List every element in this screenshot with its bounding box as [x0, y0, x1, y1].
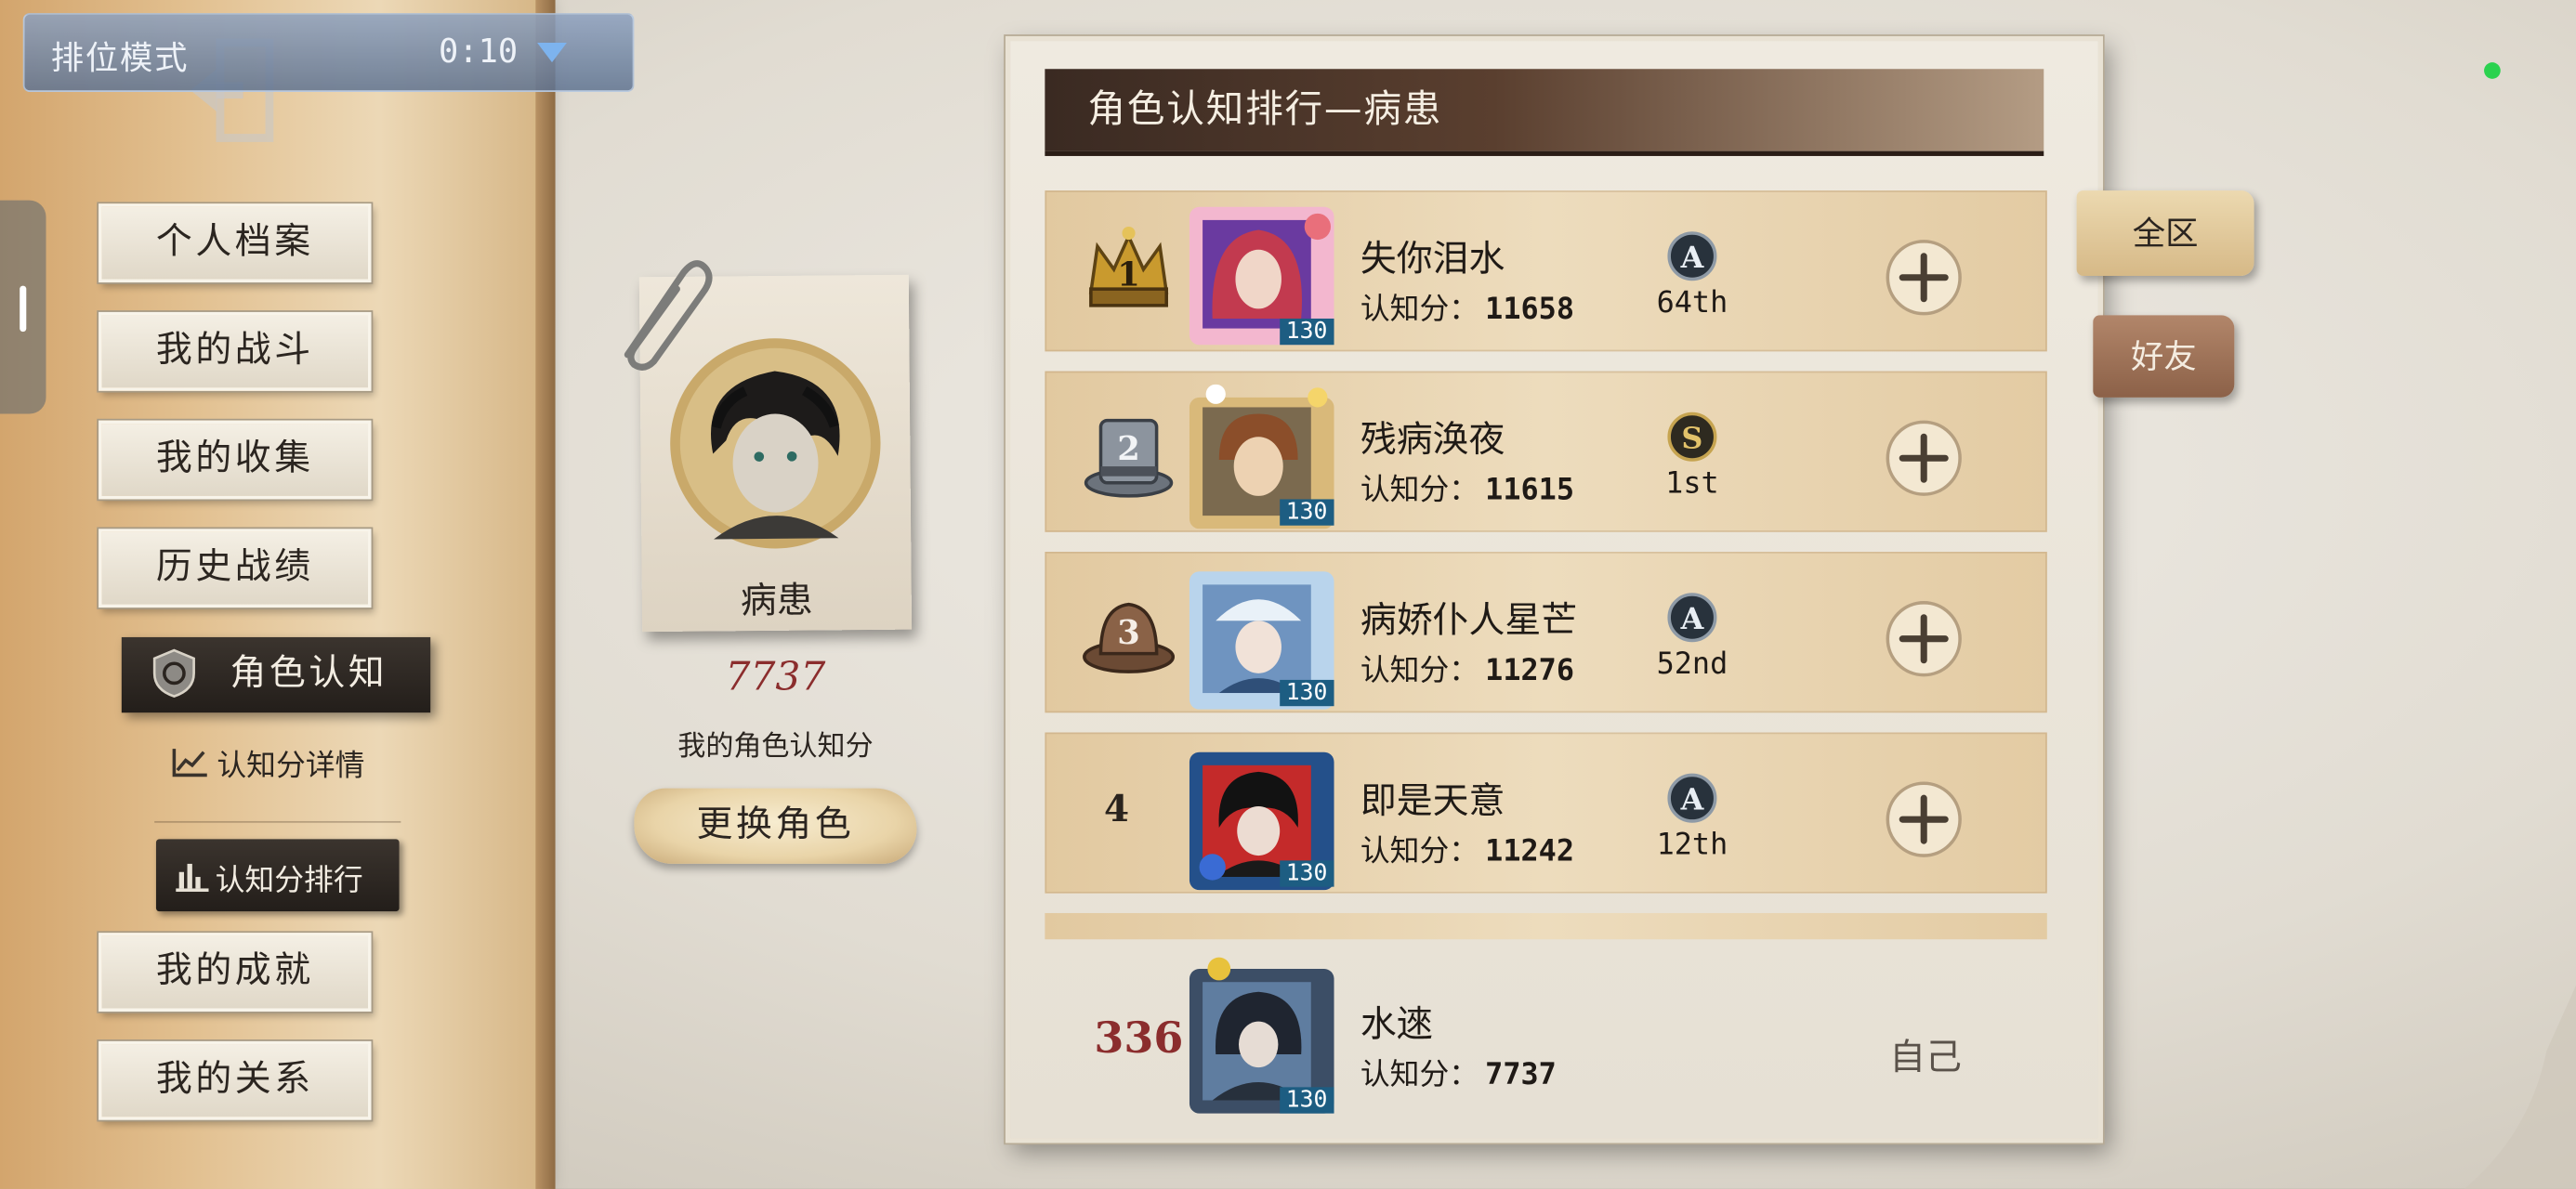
score-value: 11658	[1485, 292, 1574, 327]
self-rank-row: 336 130 水逨 认知分： 7737 自己	[1045, 939, 2046, 1123]
player-level-badge: 130	[1279, 499, 1334, 526]
self-rank-number: 336	[1094, 1014, 1184, 1065]
tier-a-badge-icon: A	[1667, 593, 1717, 643]
player-name: 残病涣夜	[1360, 420, 1505, 462]
self-score: 认知分： 7737	[1360, 1051, 1557, 1093]
tier-a-badge-icon: A	[1667, 231, 1717, 281]
tier-letter: S	[1681, 421, 1702, 456]
player-name: 失你泪水	[1360, 240, 1505, 281]
tier-s-badge-icon: S	[1667, 412, 1717, 462]
tier-letter: A	[1680, 601, 1705, 636]
crown-icon: 1	[1088, 226, 1169, 307]
nav-profile-button[interactable]: 个人档案	[99, 203, 372, 283]
character-name: 病患	[740, 581, 813, 623]
player-avatar[interactable]: 130	[1186, 203, 1337, 348]
handle-grip-icon	[20, 285, 27, 333]
nav-character-cognition-label: 角色认知	[230, 653, 388, 695]
queue-timer: 0:10	[439, 31, 519, 72]
player-level-badge: 130	[1279, 679, 1334, 707]
tier-letter: A	[1680, 240, 1705, 275]
tier-rank: 12th	[1656, 828, 1728, 863]
side-drawer-handle[interactable]	[0, 200, 46, 414]
player-avatar[interactable]: 130	[1186, 565, 1337, 710]
bar-chart-icon	[176, 863, 209, 892]
leaderboard-row-partial	[1045, 912, 2047, 940]
score-value: 11242	[1485, 834, 1574, 869]
score-label: 认知分：	[1360, 834, 1479, 869]
add-friend-button[interactable]	[1883, 417, 1965, 499]
score-label: 认知分：	[1360, 1057, 1479, 1092]
page-curl-decoration	[2464, 985, 2576, 1189]
my-cognition-score-label: 我的角色认知分	[677, 730, 874, 764]
self-tag: 自己	[1889, 1038, 1962, 1079]
leaderboard-row[interactable]: 4 130 即是天意 认知分： 11242 A 12th	[1045, 732, 2047, 894]
my-cognition-score: 7737	[725, 653, 826, 700]
leaderboard-row[interactable]: 3 130 病娇仆人星芒 认知分： 11276 A 52nd	[1045, 552, 2047, 713]
paperclip-icon	[624, 260, 713, 371]
match-mode-bar[interactable]: 排位模式 0:10	[22, 13, 635, 93]
score-value: 7737	[1485, 1057, 1557, 1092]
player-avatar[interactable]: 130	[1186, 384, 1337, 529]
rank-number: 4	[1104, 788, 1130, 831]
rank-number: 3	[1117, 614, 1140, 652]
shield-emblem-icon	[152, 648, 195, 698]
sub-nav-score-details-label: 认知分详情	[217, 749, 365, 784]
add-friend-button[interactable]	[1883, 598, 1965, 680]
score-label: 认知分：	[1360, 292, 1479, 327]
nav-history-button[interactable]: 历史战绩	[99, 529, 372, 608]
line-chart-icon	[172, 749, 207, 777]
nav-achievements-button[interactable]: 我的成就	[99, 933, 372, 1013]
tab-friends[interactable]: 好友	[2093, 315, 2235, 398]
add-friend-button[interactable]	[1883, 778, 1965, 860]
player-level-badge: 130	[1279, 1087, 1334, 1114]
player-name: 即是天意	[1360, 781, 1505, 823]
nav-relationships-button[interactable]: 我的关系	[99, 1040, 372, 1120]
leaderboard-title: 角色认知排行—病患	[1087, 88, 1443, 132]
add-friend-button[interactable]	[1883, 237, 1965, 319]
leaderboard-row[interactable]: 2 130 残病涣夜 认知分： 11615 S 1st	[1045, 371, 2047, 532]
nav-battles-button[interactable]: 我的战斗	[99, 311, 372, 391]
self-avatar[interactable]: 130	[1186, 956, 1337, 1117]
score-label: 认知分：	[1360, 473, 1479, 508]
sub-nav-score-ranking[interactable]: 认知分排行	[155, 839, 400, 912]
rank-number: 2	[1117, 430, 1140, 468]
fedora-icon: 3	[1083, 602, 1176, 673]
nav-character-cognition-button[interactable]: 角色认知	[121, 636, 431, 713]
tab-all-regions[interactable]: 全区	[2076, 190, 2254, 277]
mode-title: 排位模式	[50, 37, 190, 78]
score-label: 认知分：	[1360, 653, 1479, 688]
sub-nav-score-ranking-label: 认知分排行	[215, 863, 363, 899]
status-indicator-dot	[2484, 62, 2501, 79]
player-score: 认知分： 11242	[1360, 828, 1574, 870]
player-score: 认知分： 11276	[1360, 647, 1574, 690]
sub-nav-divider	[154, 820, 401, 823]
dropdown-arrow-icon[interactable]	[537, 42, 567, 63]
tier-a-badge-icon: A	[1667, 773, 1717, 823]
self-name: 水逨	[1360, 1004, 1433, 1047]
change-character-button[interactable]: 更换角色	[634, 788, 917, 864]
tier-letter: A	[1680, 782, 1705, 817]
player-name: 病娇仆人星芒	[1360, 601, 1578, 643]
rank-number: 1	[1117, 256, 1140, 294]
leaderboard-row[interactable]: 1 130 失你泪水 认知分： 11658 A 64th	[1045, 190, 2047, 352]
player-level-badge: 130	[1279, 318, 1334, 346]
tier-rank: 64th	[1656, 285, 1728, 320]
score-value: 11615	[1485, 473, 1574, 508]
top-hat-icon: 2	[1084, 418, 1174, 498]
score-value: 11276	[1485, 653, 1574, 688]
tier-rank: 1st	[1665, 466, 1719, 502]
leaderboard-title-bar: 角色认知排行—病患	[1045, 69, 2044, 156]
nav-collection-button[interactable]: 我的收集	[99, 420, 372, 500]
tier-rank: 52nd	[1656, 647, 1728, 682]
player-score: 认知分： 11658	[1360, 286, 1574, 329]
player-score: 认知分： 11615	[1360, 466, 1574, 509]
player-avatar[interactable]: 130	[1186, 746, 1337, 891]
player-level-badge: 130	[1279, 860, 1334, 887]
